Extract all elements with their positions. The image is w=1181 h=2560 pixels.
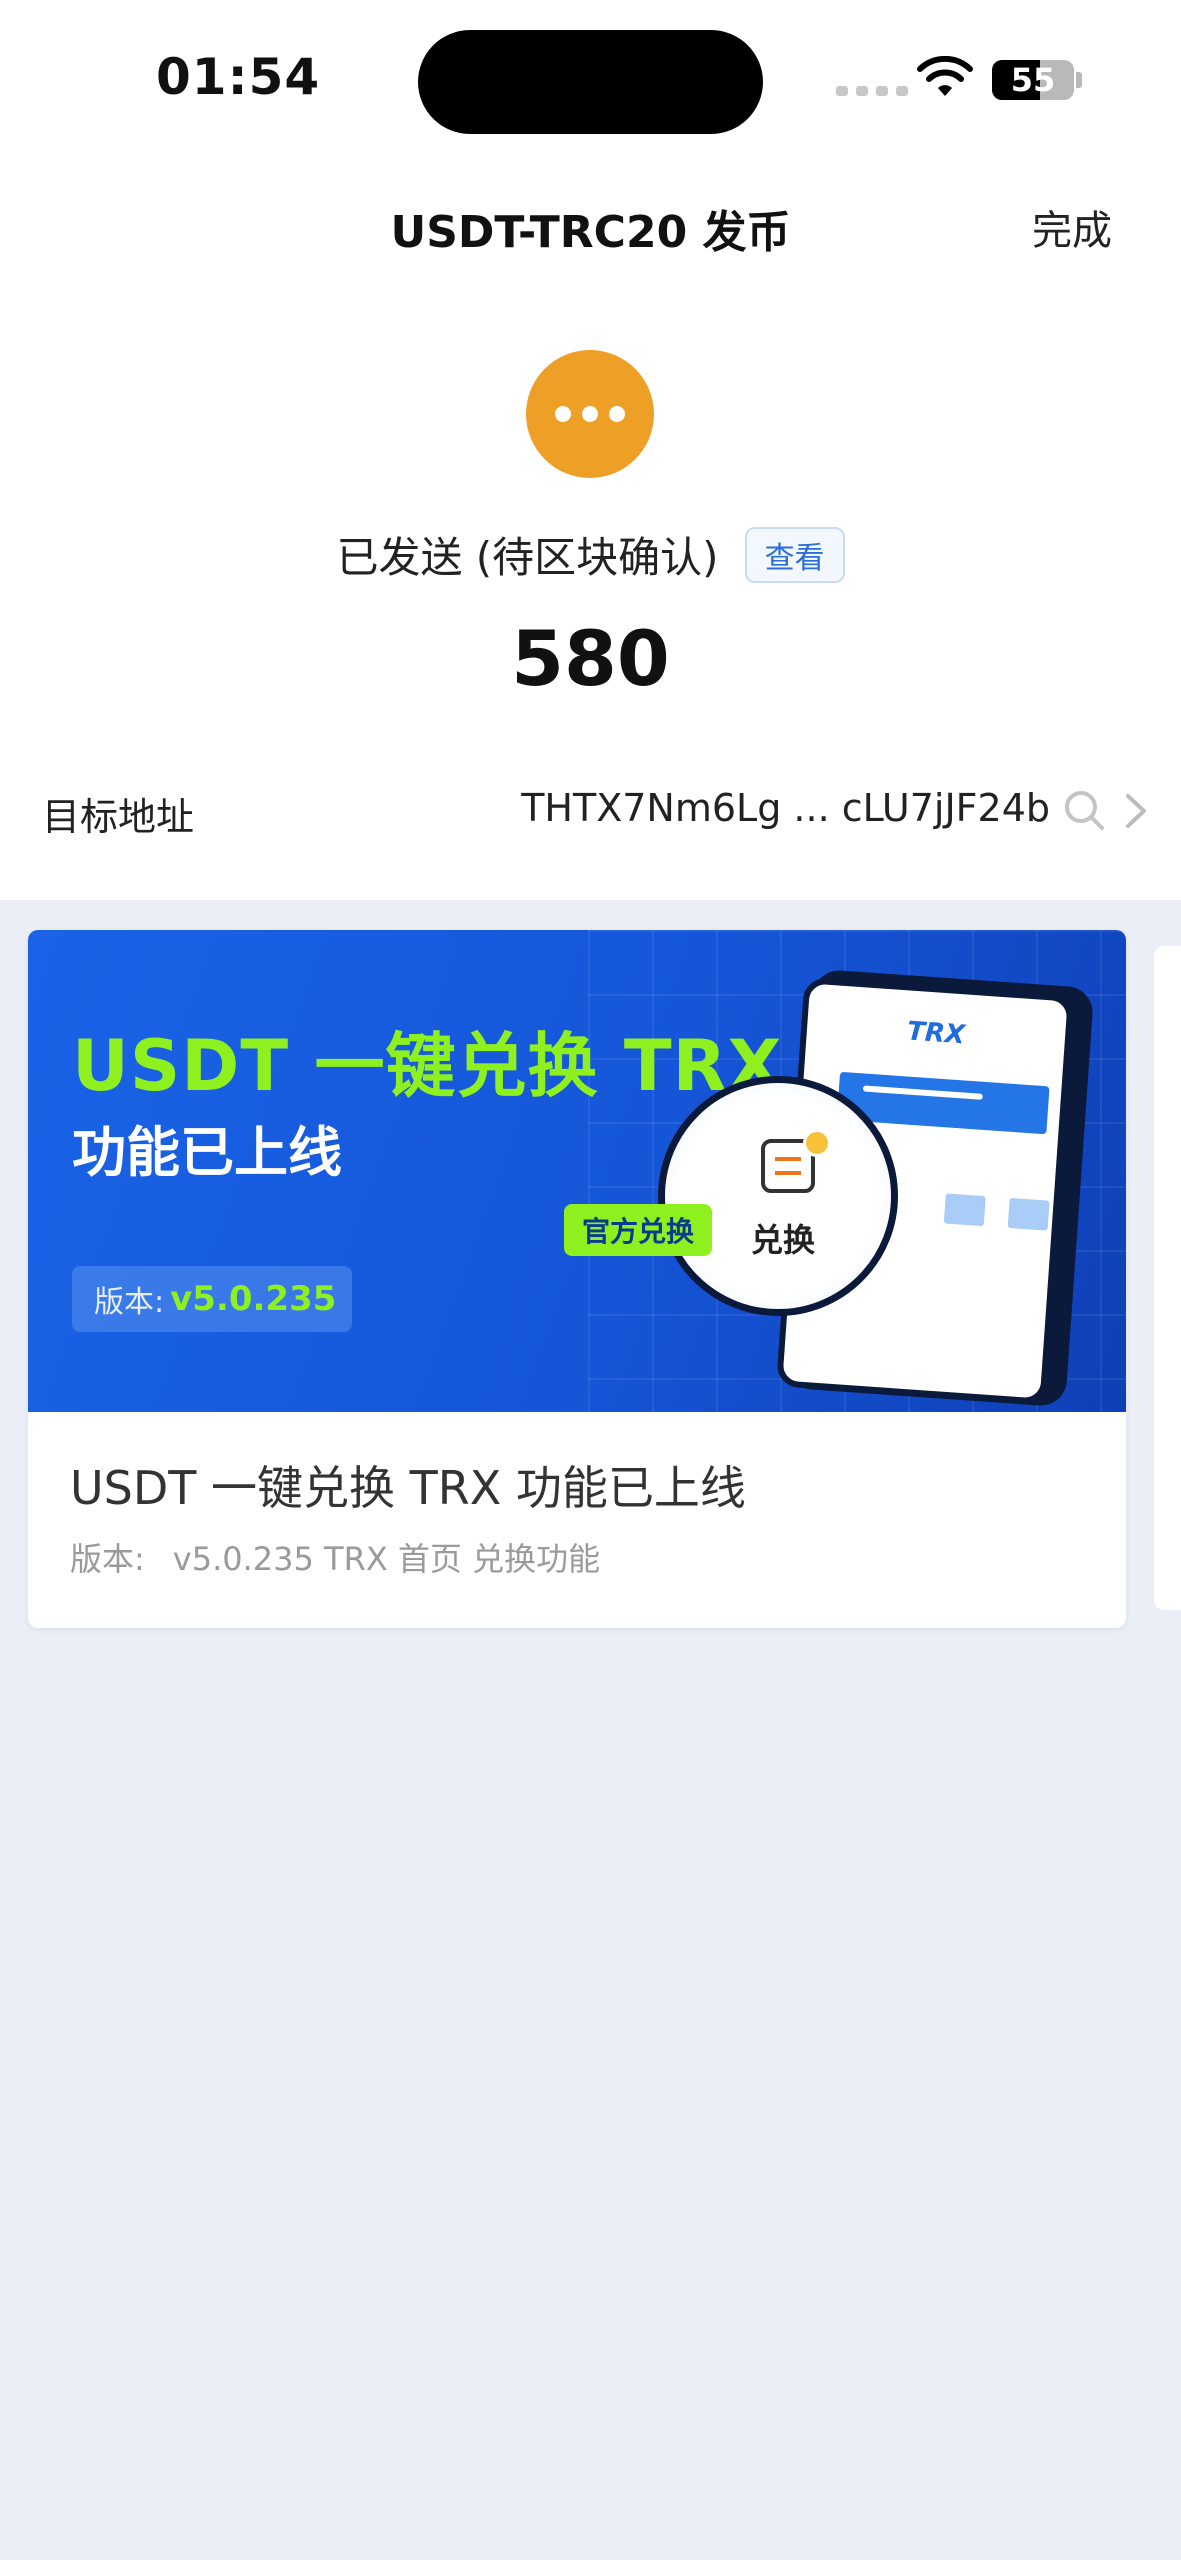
address-value[interactable]: THTX7Nm6Lg ... cLU7jJF24b — [521, 786, 1050, 830]
status-row: 已发送 (待区块确认) 查看 — [0, 524, 1181, 585]
dynamic-island — [418, 30, 763, 134]
card-sub-details: v5.0.235 TRX 首页 兑换功能 — [172, 1540, 601, 1578]
battery-level: 55 — [1010, 61, 1056, 99]
done-button[interactable]: 完成 — [1032, 198, 1112, 256]
card-subtitle: 版本: v5.0.235 TRX 首页 兑换功能 — [70, 1534, 600, 1580]
address-label: 目标地址 — [42, 795, 195, 839]
next-card-peek[interactable] — [1154, 946, 1181, 1610]
chevron-right-icon[interactable] — [1124, 792, 1148, 830]
status-time: 01:54 — [156, 48, 321, 106]
card-sub-prefix: 版本: — [70, 1540, 145, 1578]
promo-banner[interactable]: USDT 一键兑换 TRX 功能已上线 版本: v5.0.235 TRX 兑换 … — [28, 930, 1126, 1412]
phone-block — [943, 1193, 986, 1227]
wifi-icon — [917, 56, 973, 96]
pending-icon — [526, 350, 654, 478]
cellular-signal-icon — [836, 86, 908, 96]
status-text: 已发送 (待区块确认) — [336, 533, 719, 582]
coin-icon — [803, 1129, 831, 1157]
magnifier-text: 兑换 — [751, 1221, 816, 1259]
version-number: v5.0.235 — [170, 1279, 337, 1319]
battery-icon: 55 — [992, 60, 1074, 100]
search-icon[interactable] — [1062, 788, 1106, 832]
battery-tip — [1076, 72, 1082, 88]
page-title: USDT-TRC20 发币 — [390, 207, 791, 258]
magnifier-circle: 兑换 — [658, 1076, 898, 1316]
amount: 580 — [511, 614, 670, 703]
phone-label: TRX — [906, 1016, 966, 1051]
view-button[interactable]: 查看 — [744, 526, 845, 583]
promo-card[interactable]: USDT 一键兑换 TRX 功能已上线 版本: v5.0.235 TRX 兑换 … — [28, 930, 1126, 1628]
official-tag: 官方兑换 — [564, 1204, 713, 1256]
banner-headline: USDT 一键兑换 TRX — [72, 1025, 783, 1107]
version-pill: 版本: v5.0.235 — [72, 1266, 352, 1332]
banner-subheadline: 功能已上线 — [72, 1121, 342, 1184]
version-prefix: 版本: — [94, 1285, 165, 1320]
phone-block — [1007, 1197, 1050, 1231]
card-title: USDT 一键兑换 TRX 功能已上线 — [70, 1461, 746, 1515]
